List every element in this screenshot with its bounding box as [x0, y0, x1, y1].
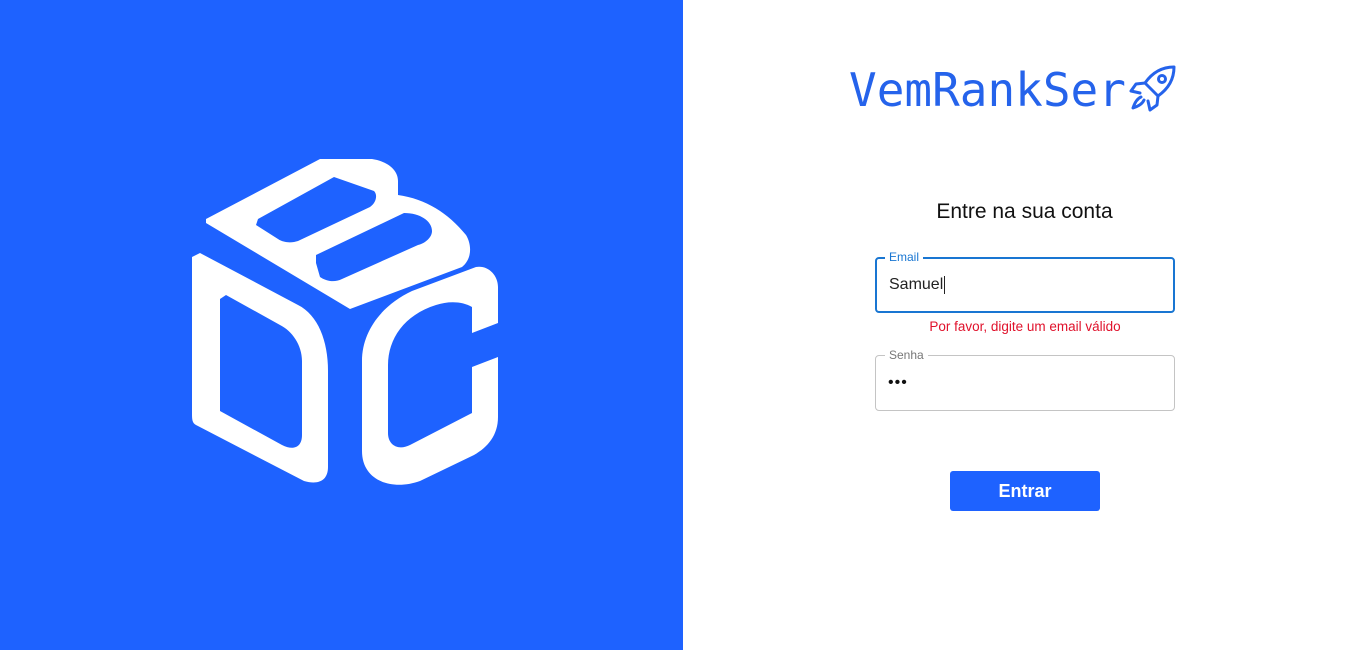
- password-input[interactable]: •••: [888, 356, 908, 410]
- email-value: Samuel: [889, 276, 944, 293]
- text-caret: [944, 276, 946, 294]
- email-input[interactable]: Samuel: [889, 259, 946, 311]
- email-error-message: Por favor, digite um email válido: [929, 319, 1121, 334]
- brand-panel: [0, 0, 683, 650]
- rocket-icon: [1129, 65, 1176, 112]
- password-field[interactable]: Senha •••: [875, 348, 1175, 411]
- brand-logo: VemRankSer: [849, 62, 1178, 118]
- login-heading: Entre na sua conta: [936, 200, 1113, 223]
- login-page: VemRankSer Entre na sua conta Email Samu…: [0, 0, 1366, 650]
- password-value: •••: [888, 374, 908, 391]
- login-button[interactable]: Entrar: [950, 471, 1100, 511]
- login-panel: VemRankSer Entre na sua conta Email Samu…: [683, 0, 1366, 650]
- bdc-cube-logo: [192, 159, 498, 485]
- brand-name: VemRankSer: [849, 63, 1126, 117]
- email-field[interactable]: Email Samuel: [875, 250, 1175, 313]
